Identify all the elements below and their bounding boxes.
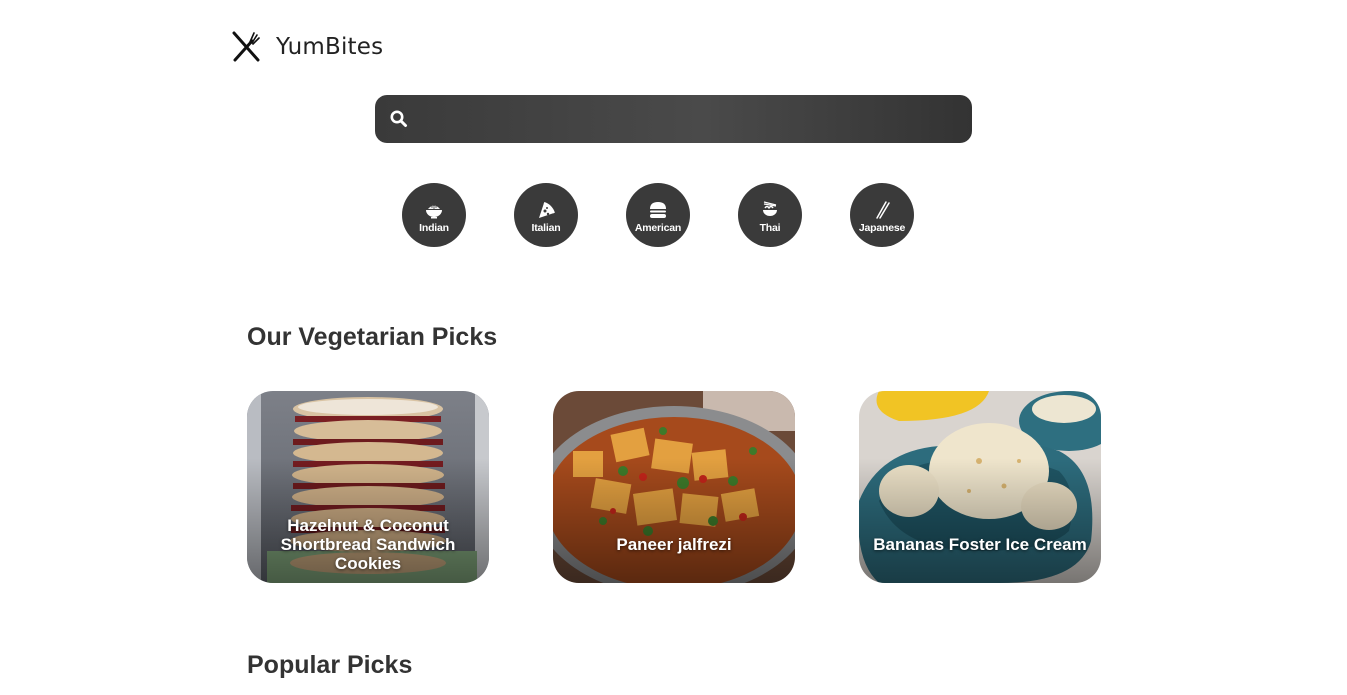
cuisine-american[interactable]: American [626,183,690,247]
cuisine-label: Italian [531,221,561,234]
cuisine-japanese[interactable]: Japanese [850,183,914,247]
vegetarian-cards: Hazelnut & Coconut Shortbread Sandwich C… [247,391,1101,583]
recipe-card-title: Hazelnut & Coconut Shortbread Sandwich C… [280,515,456,573]
cuisine-label: Indian [419,221,449,234]
recipe-card[interactable]: Paneer jalfrezi [553,391,795,583]
brand-name: YumBites [276,34,384,60]
cuisine-thai[interactable]: Thai [738,183,802,247]
recipe-card[interactable]: Bananas Foster Ice Cream [859,391,1101,583]
cuisine-indian[interactable]: Indian [402,183,466,247]
cuisine-italian[interactable]: Italian [514,183,578,247]
noodle-bowl-icon [763,200,777,216]
cuisine-label: Japanese [858,221,906,234]
recipe-card-title: Bananas Foster Ice Cream [873,534,1087,554]
rice-bowl-icon [426,204,442,218]
recipe-card-title: Paneer jalfrezi [616,534,732,554]
page: YumBites Indian Italian American Thai Ja… [0,0,1347,695]
burger-icon [650,201,666,218]
cuisine-label: Thai [759,221,781,234]
search-bar[interactable] [375,94,972,144]
brand[interactable]: YumBites [230,30,383,64]
chopsticks-icon [876,200,890,219]
cuisine-label: American [634,221,682,234]
search-input[interactable] [409,94,972,144]
section-title-popular: Popular Picks [247,651,413,679]
section-title-vegetarian: Our Vegetarian Picks [247,323,498,351]
search-icon [390,110,407,127]
cuisine-filters: Indian Italian American Thai Japanese [402,183,914,247]
fork-knife-crossed-icon [232,31,260,62]
recipe-card[interactable]: Hazelnut & Coconut Shortbread Sandwich C… [247,391,489,583]
pizza-slice-icon [539,201,555,218]
